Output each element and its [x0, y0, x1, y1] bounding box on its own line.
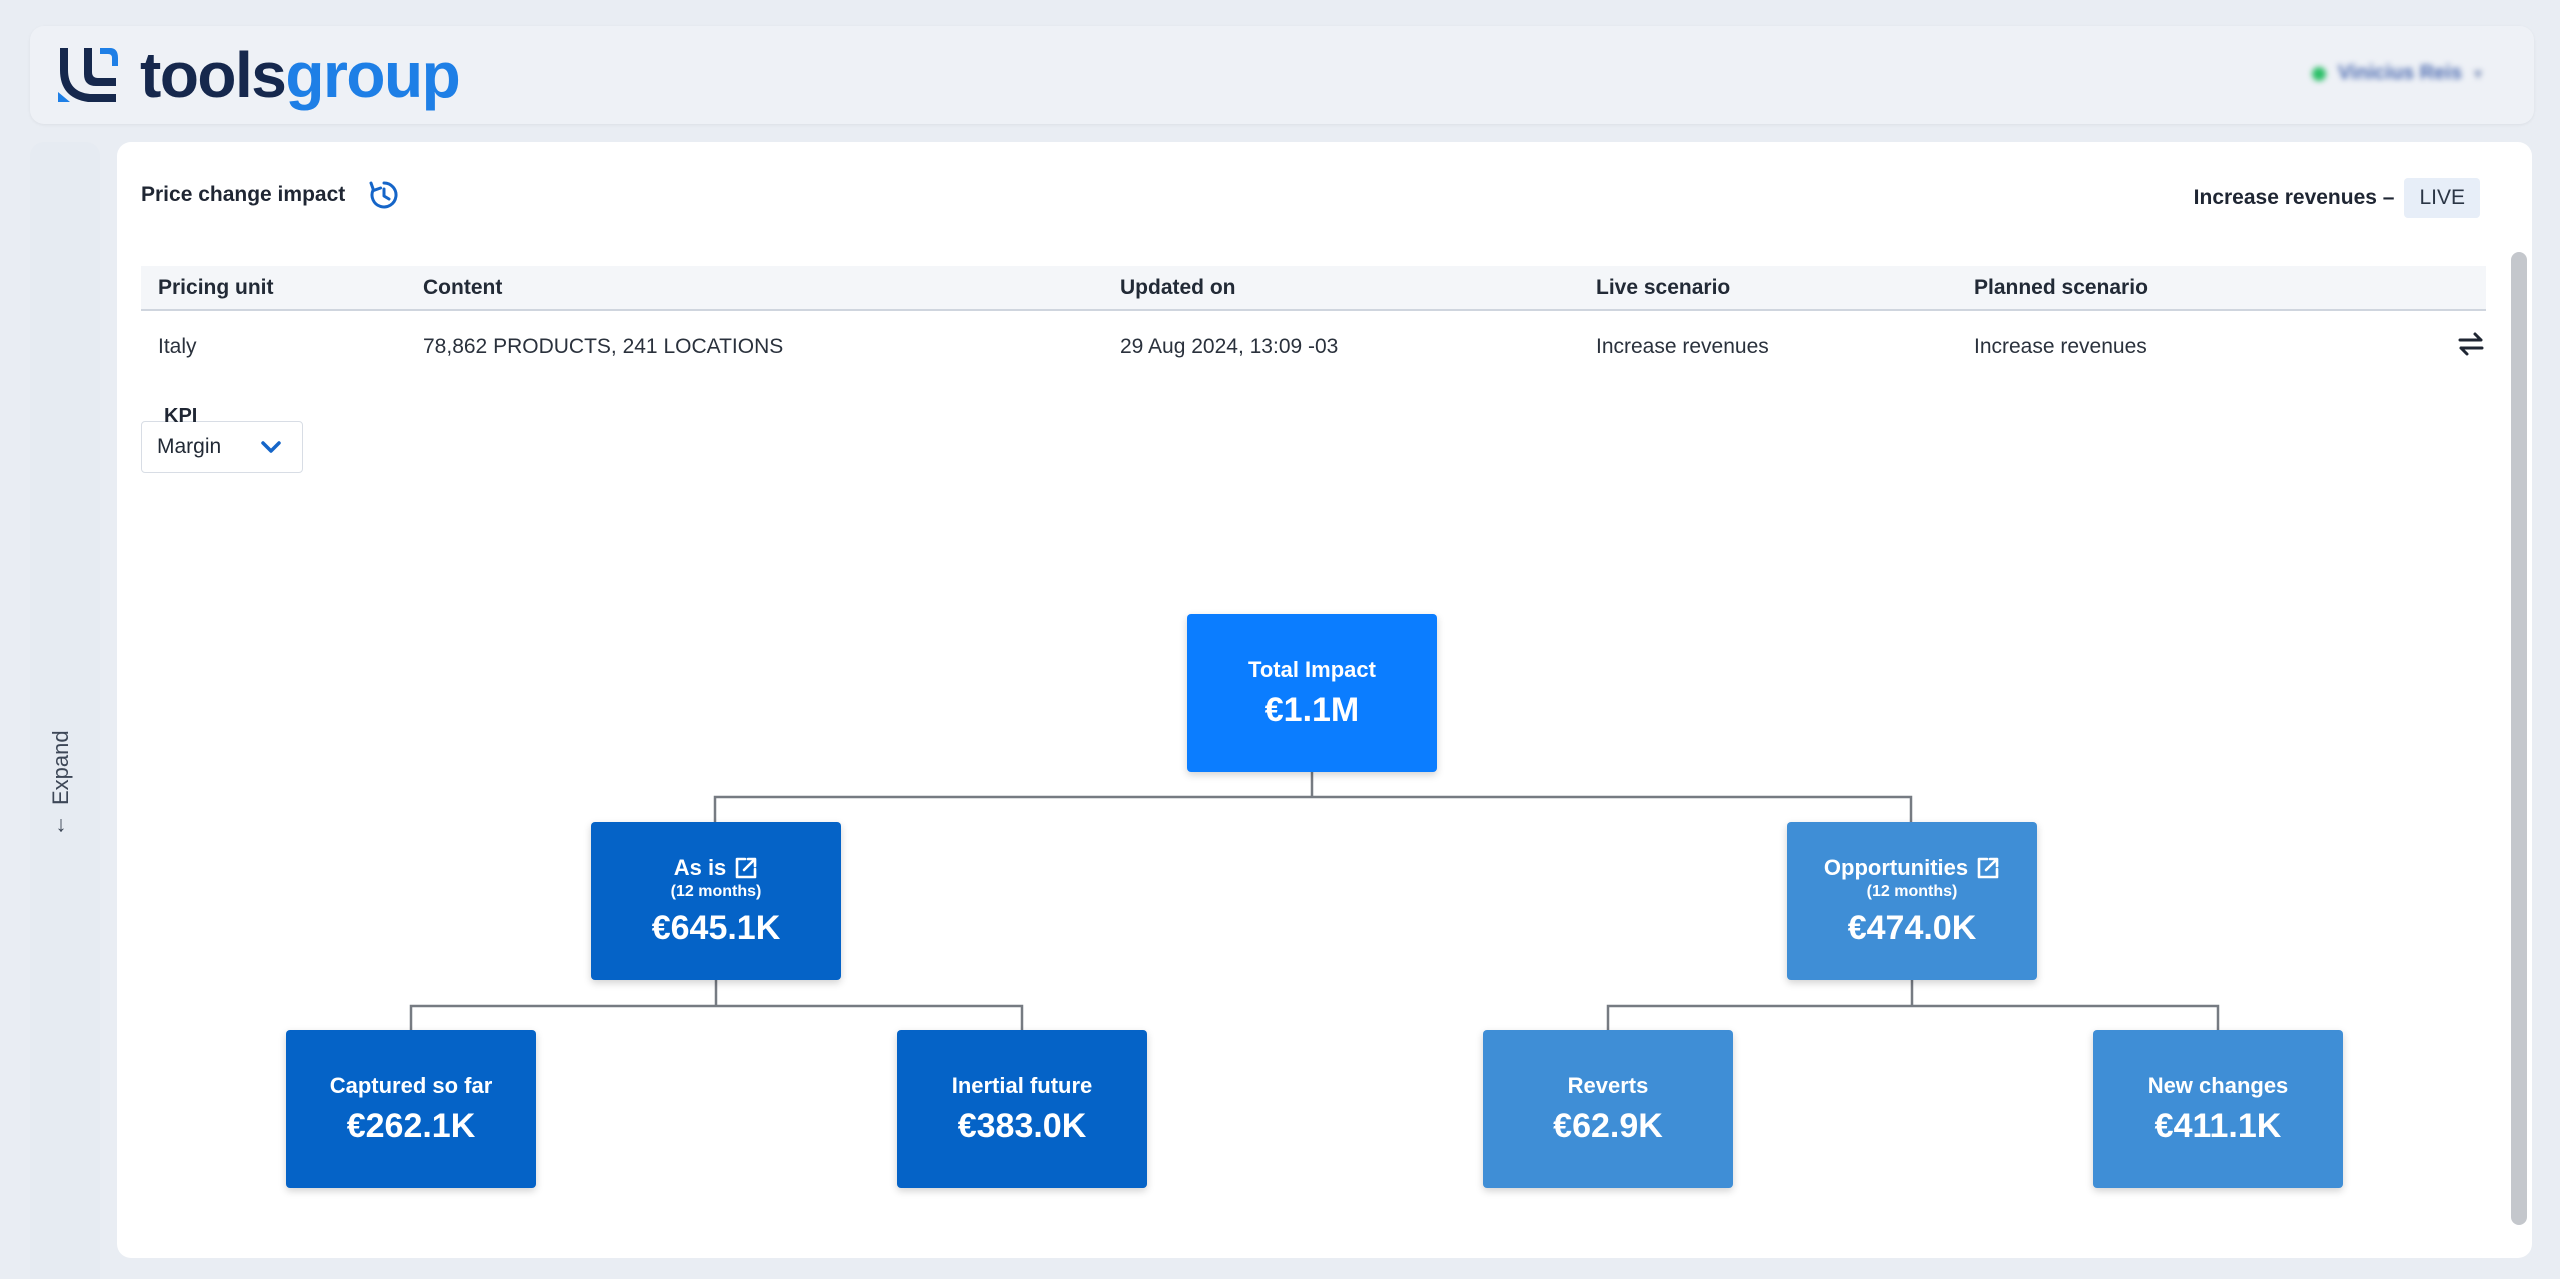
- column-header-planned-scenario: Planned scenario: [1957, 266, 2396, 311]
- expand-label: Expand: [48, 730, 73, 805]
- app-header: toolsgroup Vinicius Reis ▾: [30, 26, 2534, 124]
- expand-sidebar-button[interactable]: ↓ Expand: [48, 730, 74, 836]
- new-changes-node: New changes €411.1K: [2093, 1030, 2343, 1188]
- logo-wordmark: toolsgroup: [140, 43, 461, 107]
- page-title-row: Price change impact: [141, 178, 401, 212]
- scrollbar-thumb[interactable]: [2511, 252, 2527, 1225]
- node-label: Captured so far: [329, 1072, 493, 1098]
- node-label: Opportunities: [1823, 854, 1969, 880]
- node-sublabel: (12 months): [1866, 882, 1958, 900]
- toolsgroup-logo[interactable]: toolsgroup: [56, 42, 461, 108]
- node-label: Reverts: [1567, 1072, 1649, 1098]
- node-label: Total Impact: [1248, 656, 1376, 682]
- external-link-icon[interactable]: [1976, 856, 2000, 880]
- chevron-down-icon: [261, 441, 281, 453]
- chevron-down-icon: ▾: [2473, 65, 2482, 83]
- history-refresh-icon[interactable]: [367, 178, 401, 212]
- pricing-unit-table: Pricing unit Content Updated on Live sce…: [141, 266, 2486, 382]
- total-impact-node: Total Impact €1.1M: [1187, 614, 1437, 772]
- cell-updated-on: 29 Aug 2024, 13:09 -03: [1120, 334, 1339, 358]
- user-menu[interactable]: Vinicius Reis ▾: [2311, 62, 2482, 85]
- node-value: €474.0K: [1847, 908, 1977, 947]
- page-title: Price change impact: [141, 183, 346, 206]
- node-value: €1.1M: [1264, 690, 1360, 729]
- logo-text-tools: tools: [140, 39, 287, 111]
- toolsgroup-logo-icon: [58, 48, 118, 102]
- column-header-updated-on: Updated on: [1103, 266, 1579, 311]
- status-badge: LIVE: [2404, 178, 2480, 218]
- node-label: Inertial future: [951, 1072, 1093, 1098]
- node-value: €411.1K: [2154, 1106, 2282, 1145]
- kpi-label: KPI: [164, 405, 198, 427]
- column-header-live-scenario: Live scenario: [1579, 266, 1957, 311]
- node-sublabel: (12 months): [670, 882, 762, 900]
- column-header-content: Content: [406, 266, 1103, 311]
- user-name: Vinicius Reis: [2337, 62, 2462, 84]
- cell-actions: [2396, 310, 2486, 382]
- node-value: €62.9K: [1553, 1106, 1663, 1145]
- cell-live-scenario: Increase revenues: [1596, 334, 1769, 358]
- node-value: €383.0K: [957, 1106, 1087, 1145]
- node-value: €262.1K: [346, 1106, 476, 1145]
- reverts-node: Reverts €62.9K: [1483, 1030, 1733, 1188]
- column-header-pricing-unit: Pricing unit: [141, 266, 406, 311]
- table-row: Italy 78,862 PRODUCTS, 241 LOCATIONS 29 …: [141, 310, 2486, 382]
- node-label-row: Opportunities: [1824, 855, 2000, 881]
- table-header-row: Pricing unit Content Updated on Live sce…: [141, 266, 2486, 311]
- swap-arrows-icon[interactable]: [2456, 329, 2486, 359]
- cell-content: 78,862 PRODUCTS, 241 LOCATIONS: [423, 334, 784, 358]
- node-label-row: As is: [674, 855, 759, 881]
- scenario-name: Increase revenues –: [2193, 186, 2395, 209]
- as-is-node: As is (12 months) €645.1K: [591, 822, 841, 980]
- online-status-dot: [2311, 66, 2326, 81]
- logo-text-group: group: [285, 39, 460, 111]
- node-label: As is: [673, 854, 727, 880]
- kpi-selected-value: Margin: [157, 435, 222, 458]
- kpi-select[interactable]: Margin: [141, 421, 303, 473]
- node-label: New changes: [2147, 1072, 2289, 1098]
- cell-planned-scenario: Increase revenues: [1974, 334, 2147, 358]
- node-value: €645.1K: [651, 908, 781, 947]
- captured-so-far-node: Captured so far €262.1K: [286, 1030, 536, 1188]
- opportunities-node: Opportunities (12 months) €474.0K: [1787, 822, 2037, 980]
- inertial-future-node: Inertial future €383.0K: [897, 1030, 1147, 1188]
- active-scenario: Increase revenues – LIVE: [2194, 178, 2480, 218]
- collapsed-sidebar: [30, 142, 100, 1279]
- arrow-right-icon: ↓: [55, 811, 67, 837]
- column-header-actions: [2396, 266, 2486, 311]
- external-link-icon[interactable]: [734, 856, 758, 880]
- cell-pricing-unit: Italy: [158, 334, 197, 358]
